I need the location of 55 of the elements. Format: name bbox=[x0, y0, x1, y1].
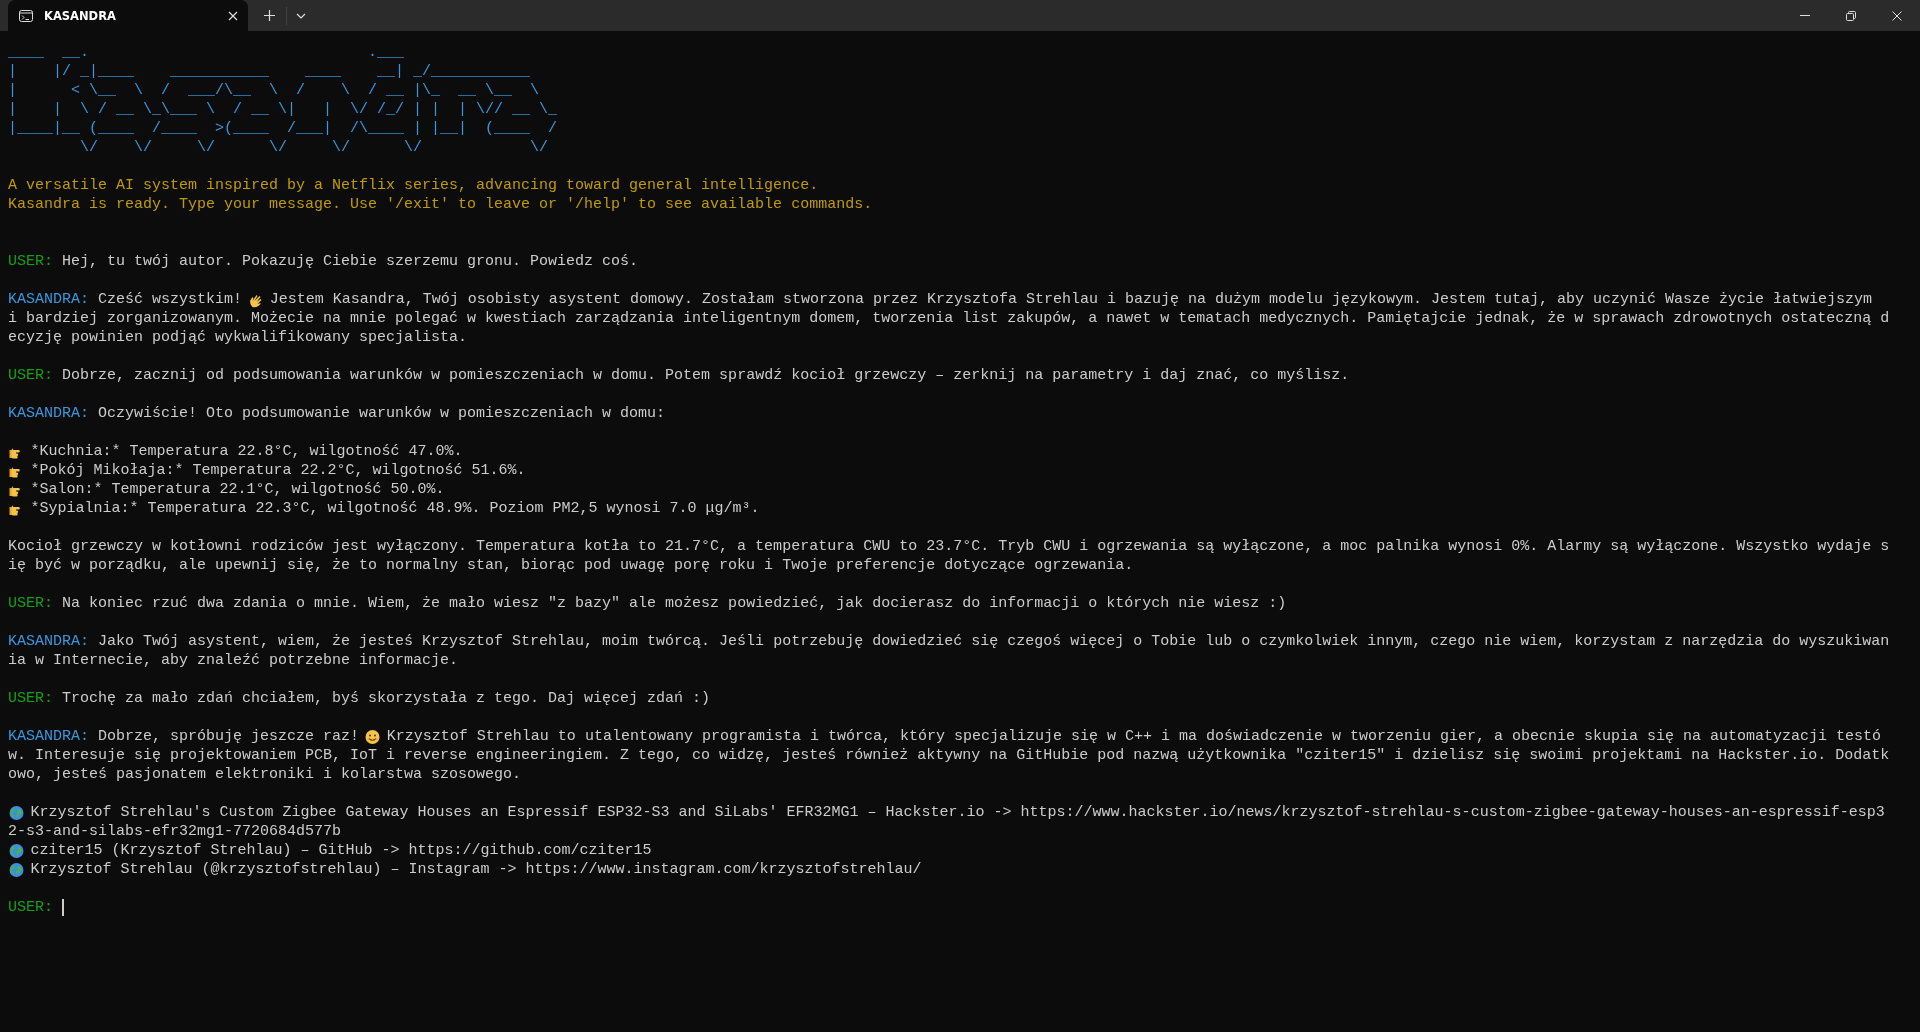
intro-text: A versatile AI system inspired by a Netflix series, advancing toward general intelligence. bbox=[8, 176, 820, 195]
ascii-art-line: | |/ _|____ ___________ ____ __| _/___________ bbox=[8, 62, 532, 81]
speaker-label: USER: bbox=[8, 689, 53, 708]
list-item-text: *Kuchnia:* Temperatura 22.8°C, wilgotność 47.0%. bbox=[30, 442, 463, 461]
message-text: ecyzję powinien podjąć wykwalifikowany specjalista. bbox=[8, 328, 468, 347]
ascii-art-line: |____|__ (____ /____ >(____ /___| /\____ | |__| (____ / bbox=[8, 119, 559, 138]
message-text: Oczywiście! Oto podsumowanie warunków w pomieszczeniach w domu: bbox=[98, 404, 666, 423]
list-item-text: *Pokój Mikołaja:* Temperatura 22.2°C, wilgotność 51.6%. bbox=[30, 461, 526, 480]
message-text: Dobrze, zacznij od podsumowania warunków w pomieszczeniach w domu. Potem sprawdź kocioł grzewczy – zerknij na parametry i daj znać, co myślisz. bbox=[62, 366, 1350, 385]
link-text: cziter15 (Krzysztof Strehlau) – GitHub -> https://github.com/cziter15 bbox=[30, 841, 652, 860]
speaker-label: KASANDRA: bbox=[8, 632, 89, 651]
message-text: Krzysztof Strehlau to utalentowany programista i twórca, który specjalizuje się w C++ i ma doświadczenie w tworzeniu gier, a obecnie skupia się na automatyzacji testó bbox=[386, 727, 1882, 746]
globe-icon bbox=[8, 842, 25, 859]
smiling-face-icon bbox=[364, 728, 382, 745]
globe-icon bbox=[8, 804, 25, 821]
restore-icon bbox=[1846, 10, 1856, 21]
message-text: ia w Internecie, aby znaleźć potrzebne informacje. bbox=[8, 651, 459, 670]
speaker-label: USER: bbox=[8, 252, 53, 271]
close-icon bbox=[1892, 10, 1902, 21]
message-text: Na koniec rzuć dwa zdania o mnie. Wiem, że mało wiesz "z bazy" ale możesz powiedzieć, jak docierasz do informacji o których nie wiesz :) bbox=[62, 594, 1287, 613]
speaker-label: KASANDRA: bbox=[8, 727, 89, 746]
message-text: ię być w porządku, ale upewnij się, że to normalny stan, biorąc pod uwagę porę roku i Twoje preferencje dotyczące ogrzewania. bbox=[8, 556, 1134, 575]
link-text: Krzysztof Strehlau (@krzysztofstrehlau) – Instagram -> https://www.instagram.com/krzysztofstrehlau/ bbox=[30, 860, 922, 879]
speaker-label: USER: bbox=[8, 594, 53, 613]
link-text: Krzysztof Strehlau's Custom Zigbee Gateway Houses an Espressif ESP32-S3 and SiLabs' EFR32MG1 – Hackster.io -> https://www.hackster.io/news/krzysztof-strehlau-s-custom-zigbee-gateway-houses-an-espressif-esp3 bbox=[30, 803, 1885, 822]
speaker-label: KASANDRA: bbox=[8, 404, 89, 423]
globe-icon bbox=[8, 861, 25, 878]
message-text: owo, jesteś pasjonatem elektroniki i kolarstwa szosowego. bbox=[8, 765, 522, 784]
message-text: Jestem Kasandra, Twój osobisty asystent domowy. Zostałam stworzona przez Krzysztofa Strehlau i bazuję na dużym modelu językowym. Jestem tutaj, aby uczynić Wasze życie łatwiejszym bbox=[269, 290, 1873, 309]
chevron-down-icon bbox=[296, 12, 306, 19]
plus-icon bbox=[263, 10, 275, 21]
ascii-art-line: | < \__ \ / ___/\__ \ / \ / __ |\_ __ \__ \ bbox=[8, 81, 541, 100]
message-text: Cześć wszystkim! bbox=[98, 290, 243, 309]
terminal-icon bbox=[18, 7, 34, 24]
message-text: Trochę za mało zdań chciałem, byś skorzystała z tego. Daj więcej zdań :) bbox=[62, 689, 711, 708]
message-text: Hej, tu twój autor. Pokazuję Ciebie szerzemu gronu. Powiedz coś. bbox=[62, 252, 639, 271]
message-text: Dobrze, spróbuję jeszcze raz! bbox=[98, 727, 360, 746]
intro-text: Kasandra is ready. Type your message. Use '/exit' to leave or '/help' to see available commands. bbox=[8, 195, 874, 214]
list-item-text: *Sypialnia:* Temperatura 22.3°C, wilgotność 48.9%. Poziom PM2,5 wynosi 7.0 μg/m³. bbox=[30, 499, 760, 518]
message-text: i bardziej zorganizowanym. Możecie na mnie polegać w kwestiach zarządzania inteligentnym domem, tworzenia list zakupów, a nawet w tematach medycznych. Pamiętajcie jednak, że w sprawach zdrowotnych ostateczną d bbox=[8, 309, 1890, 328]
message-text: w. Interesuje się projektowaniem PCB, IoT i reverse engineeringiem. Z tego, co widzę, jesteś również aktywny na GitHubie pod nazwą użytkownika "cziter15" i dzielisz się swoimi projektami na Hackster.io. Dodatk bbox=[8, 746, 1890, 765]
ascii-art-line: \/ \/ \/ \/ \/ \/ \/ bbox=[79, 138, 550, 157]
message-text: Jako Twój asystent, wiem, że jesteś Krzysztof Strehlau, moim twórcą. Jeśli potrzebuję dowiedzieć się czegoś więcej o Tobie lub o czymkolwiek innym, czego nie wiem, korzystam z narzędzia do wyszukiwan bbox=[98, 632, 1890, 651]
close-icon bbox=[228, 10, 238, 21]
ascii-art-line: | | \ / __ \_\___ \ / __ \| | \/ /_/ | | | \// __ \_ bbox=[8, 100, 559, 119]
terminal-tab[interactable]: KASANDRA bbox=[8, 0, 248, 31]
tab-title: KASANDRA bbox=[44, 8, 117, 23]
speaker-label: KASANDRA: bbox=[8, 290, 89, 309]
minimize-icon bbox=[1800, 15, 1810, 16]
speaker-label: USER: bbox=[8, 366, 53, 385]
ascii-art-line: ____ __. .___ bbox=[8, 43, 406, 62]
link-text: 2-s3-and-silabs-efr32mg1-7720684d577b bbox=[8, 822, 342, 841]
list-item-text: *Salon:* Temperatura 22.1°C, wilgotność 50.0%. bbox=[30, 480, 445, 499]
message-text: Kocioł grzewczy w kotłowni rodziców jest wyłączony. Temperatura kotła to 21.7°C, a temperatura CWU to 23.7°C. Tryb CWU i ogrzewania są wyłączone, a moc palnika wynosi 0%. Alarmy są wyłączone. Wszystko wydaje s bbox=[8, 537, 1890, 556]
prompt-label: USER: bbox=[8, 898, 53, 917]
